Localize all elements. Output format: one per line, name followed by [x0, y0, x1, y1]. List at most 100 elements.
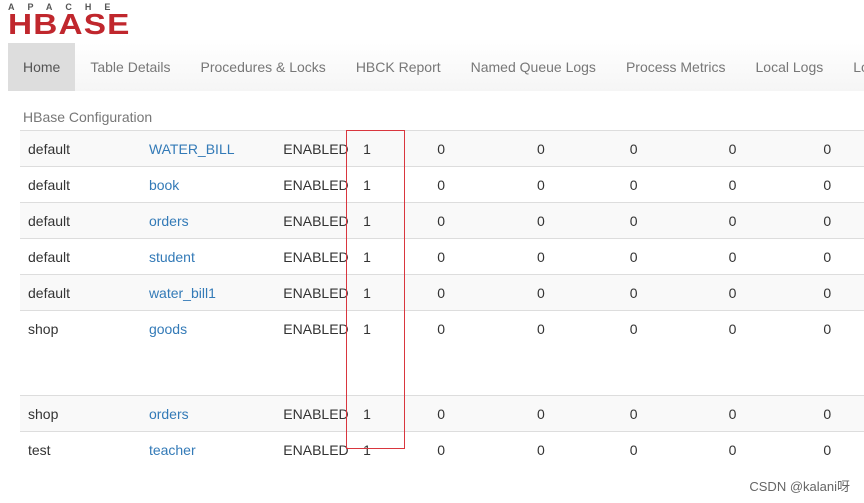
- regions-cell: 1: [363, 166, 438, 203]
- table-name-link[interactable]: WATER_BILL: [149, 141, 235, 157]
- count-cell: 0: [728, 274, 824, 311]
- count-cell: 0: [629, 130, 729, 167]
- table-row: default book ENABLED 1 0 0 0 0 0: [20, 166, 864, 203]
- state-cell: ENABLED: [283, 395, 364, 432]
- count-cell: 0: [437, 238, 537, 275]
- state-cell: ENABLED: [283, 202, 364, 239]
- table-name-link[interactable]: goods: [149, 321, 187, 337]
- table-name-link[interactable]: orders: [149, 213, 189, 229]
- count-cell: 0: [437, 130, 537, 167]
- state-cell: ENABLED: [283, 166, 364, 203]
- table-name-cell: goods: [148, 310, 284, 396]
- namespace-cell: default: [20, 202, 149, 239]
- count-cell: 0: [728, 395, 824, 432]
- count-cell: 0: [629, 166, 729, 203]
- count-cell: 0: [437, 202, 537, 239]
- count-cell: 0: [728, 166, 824, 203]
- count-cell: 0: [728, 202, 824, 239]
- regions-cell: 1: [363, 395, 438, 432]
- count-cell: 0: [728, 238, 824, 275]
- table-row: shop goods ENABLED 1 0 0 0 0 0: [20, 310, 864, 396]
- count-cell: 0: [536, 166, 630, 203]
- count-cell: 0: [823, 274, 864, 311]
- state-cell: ENABLED: [283, 431, 364, 467]
- nav-named-queue-logs[interactable]: Named Queue Logs: [456, 43, 611, 91]
- state-cell: ENABLED: [283, 130, 364, 167]
- count-cell: 0: [823, 395, 864, 432]
- main-nav: Home Table Details Procedures & Locks HBCK …: [8, 43, 864, 91]
- nav-home[interactable]: Home: [8, 43, 76, 91]
- count-cell: 0: [629, 395, 729, 432]
- regions-cell: 1: [363, 431, 438, 467]
- table-name-cell: water_bill1: [148, 274, 284, 311]
- nav-process-metrics[interactable]: Process Metrics: [611, 43, 741, 91]
- namespace-cell: shop: [20, 395, 149, 432]
- table-row: default orders ENABLED 1 0 0 0 0 0: [20, 202, 864, 239]
- table-row: test teacher ENABLED 1 0 0 0 0 0: [20, 431, 864, 467]
- regions-cell: 1: [363, 130, 438, 167]
- namespace-cell: default: [20, 238, 149, 275]
- nav-table-details[interactable]: Table Details: [75, 43, 185, 91]
- regions-cell: 1: [363, 238, 438, 275]
- nav-hbck-report[interactable]: HBCK Report: [341, 43, 456, 91]
- namespace-cell: default: [20, 130, 149, 167]
- tables-table: default WATER_BILL ENABLED 1 0 0 0 0 0 default boo…: [20, 130, 864, 467]
- count-cell: 0: [536, 130, 630, 167]
- table-name-link[interactable]: teacher: [149, 442, 196, 458]
- nav-local-logs[interactable]: Local Logs: [741, 43, 839, 91]
- count-cell: 0: [823, 166, 864, 203]
- count-cell: 0: [629, 431, 729, 467]
- count-cell: 0: [728, 431, 824, 467]
- count-cell: 0: [536, 238, 630, 275]
- table-row: shop orders ENABLED 1 0 0 0 0 0: [20, 395, 864, 432]
- table-row: default WATER_BILL ENABLED 1 0 0 0 0 0: [20, 130, 864, 167]
- table-name-link[interactable]: student: [149, 249, 195, 265]
- count-cell: 0: [437, 395, 537, 432]
- count-cell: 0: [437, 274, 537, 311]
- count-cell: 0: [823, 310, 864, 396]
- count-cell: 0: [536, 310, 630, 396]
- table-name-link[interactable]: book: [149, 177, 179, 193]
- state-cell: ENABLED: [283, 238, 364, 275]
- watermark: CSDN @kalani呀: [749, 479, 850, 494]
- table-name-cell: orders: [148, 395, 284, 432]
- count-cell: 0: [728, 130, 824, 167]
- namespace-cell: test: [20, 431, 149, 467]
- count-cell: 0: [437, 431, 537, 467]
- count-cell: 0: [823, 238, 864, 275]
- count-cell: 0: [728, 310, 824, 396]
- table-row: default water_bill1 ENABLED 1 0 0 0 0 0: [20, 274, 864, 311]
- count-cell: 0: [437, 166, 537, 203]
- count-cell: 0: [629, 202, 729, 239]
- count-cell: 0: [823, 202, 864, 239]
- count-cell: 0: [629, 238, 729, 275]
- table-name-cell: WATER_BILL: [148, 130, 284, 167]
- count-cell: 0: [536, 274, 630, 311]
- table-name-link[interactable]: orders: [149, 406, 189, 422]
- count-cell: 0: [437, 310, 537, 396]
- count-cell: 0: [629, 274, 729, 311]
- namespace-cell: default: [20, 166, 149, 203]
- table-name-cell: teacher: [148, 431, 284, 467]
- count-cell: 0: [823, 130, 864, 167]
- count-cell: 0: [823, 431, 864, 467]
- nav-log[interactable]: Log: [838, 43, 864, 91]
- regions-cell: 1: [363, 274, 438, 311]
- regions-cell: 1: [363, 202, 438, 239]
- count-cell: 0: [536, 202, 630, 239]
- regions-cell: 1: [363, 310, 438, 396]
- count-cell: 0: [536, 395, 630, 432]
- table-name-link[interactable]: water_bill1: [149, 285, 216, 301]
- table-name-cell: student: [148, 238, 284, 275]
- table-name-cell: book: [148, 166, 284, 203]
- table-name-cell: orders: [148, 202, 284, 239]
- hbase-logo[interactable]: APACHE HBASE: [8, 2, 143, 40]
- state-cell: ENABLED: [283, 310, 364, 396]
- nav-procedures-locks[interactable]: Procedures & Locks: [186, 43, 341, 91]
- namespace-cell: shop: [20, 310, 149, 396]
- namespace-cell: default: [20, 274, 149, 311]
- count-cell: 0: [629, 310, 729, 396]
- state-cell: ENABLED: [283, 274, 364, 311]
- table-row: default student ENABLED 1 0 0 0 0 0: [20, 238, 864, 275]
- count-cell: 0: [536, 431, 630, 467]
